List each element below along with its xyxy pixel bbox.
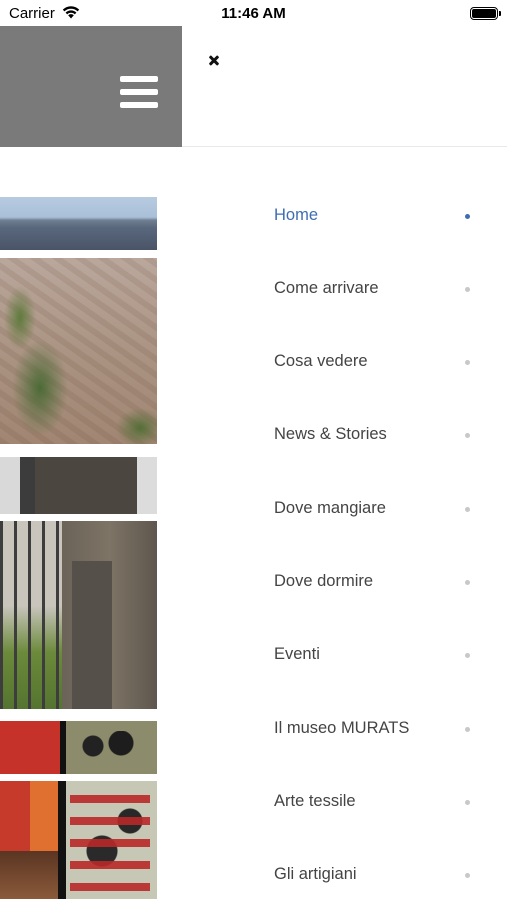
stone-arch-photo[interactable] — [0, 457, 157, 514]
menu-item-label: Cosa vedere — [274, 352, 368, 370]
clock: 11:46 AM — [221, 5, 286, 22]
menu-item-label: Eventi — [274, 645, 320, 663]
textile-photo-detail[interactable] — [0, 781, 157, 899]
battery-icon — [470, 7, 501, 20]
menu-item-news-stories[interactable]: News & Stories — [182, 415, 507, 455]
menu-item-cosa-vedere[interactable]: Cosa vedere — [182, 342, 507, 382]
page-header — [0, 26, 182, 147]
menu-item-arte-tessile[interactable]: Arte tessile — [182, 782, 507, 822]
menu-item-label: Come arrivare — [274, 279, 379, 297]
menu-item-come-arrivare[interactable]: Come arrivare — [182, 269, 507, 309]
app-screen: Carrier 11:46 AM Home Come arrivare Cosa… — [0, 0, 507, 900]
bullet-dot-icon — [465, 653, 470, 658]
divider — [182, 146, 507, 147]
bullet-dot-icon — [465, 433, 470, 438]
bullet-dot-icon — [465, 507, 470, 512]
bullet-dot-icon — [465, 727, 470, 732]
menu-item-home[interactable]: Home — [182, 196, 507, 236]
hamburger-menu-icon[interactable] — [120, 76, 158, 108]
bullet-dot-icon — [465, 214, 470, 219]
menu-item-dove-dormire[interactable]: Dove dormire — [182, 562, 507, 602]
menu-item-dove-mangiare[interactable]: Dove mangiare — [182, 489, 507, 529]
aerial-landscape-photo[interactable] — [0, 258, 157, 444]
menu-item-label: Gli artigiani — [274, 865, 357, 883]
navigation-drawer: Home Come arrivare Cosa vedere News & St… — [182, 26, 507, 900]
menu-item-museo-murats[interactable]: Il museo MURATS — [182, 709, 507, 749]
menu-item-label: Dove mangiare — [274, 499, 386, 517]
status-bar: Carrier 11:46 AM — [0, 0, 507, 28]
menu-item-label: Home — [274, 206, 319, 224]
menu-item-label: Dove dormire — [274, 572, 374, 590]
menu-item-gli-artigiani[interactable]: Gli artigiani — [182, 855, 507, 895]
bullet-dot-icon — [465, 800, 470, 805]
menu-item-eventi[interactable]: Eventi — [182, 635, 507, 675]
menu-item-label: News & Stories — [274, 425, 387, 443]
close-icon[interactable] — [206, 52, 224, 70]
landscape-photo[interactable] — [0, 197, 157, 250]
iron-gate-photo[interactable] — [0, 521, 157, 709]
bullet-dot-icon — [465, 873, 470, 878]
menu-item-label: Il museo MURATS — [274, 719, 410, 737]
bullet-dot-icon — [465, 580, 470, 585]
textile-photo[interactable] — [0, 721, 157, 774]
bullet-dot-icon — [465, 287, 470, 292]
bullet-dot-icon — [465, 360, 470, 365]
menu-item-label: Arte tessile — [274, 792, 356, 810]
